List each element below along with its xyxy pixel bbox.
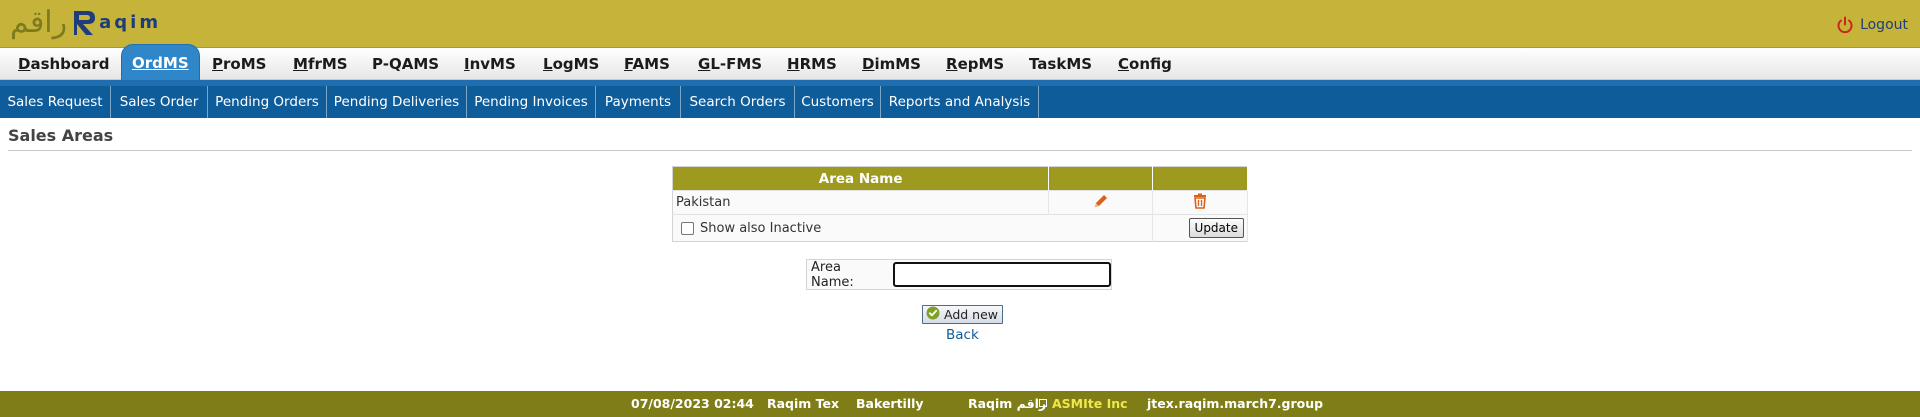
nav-repms[interactable]: RepMS: [946, 48, 1004, 80]
edit-cell: [1048, 190, 1154, 215]
subnav-customers[interactable]: Customers: [795, 86, 881, 118]
main-nav: Dashboard OrdMS ProMS MfrMS P-QAMS InvMS…: [0, 44, 1920, 80]
nav-fams[interactable]: FAMS: [624, 48, 670, 80]
title-divider: [8, 150, 1912, 151]
status-brand: Raqim راقم: [968, 396, 1047, 411]
nav-logms[interactable]: LogMS: [543, 48, 599, 80]
sales-areas-table: Area Name Pakistan Show also Inactive Up…: [672, 166, 1248, 242]
area-name-form: Area Name:: [806, 259, 1112, 290]
nav-dimms[interactable]: DimMS: [862, 48, 921, 80]
nav-invms[interactable]: InvMS: [464, 48, 516, 80]
logout-label: Logout: [1860, 17, 1908, 33]
nav-p-qams[interactable]: P-QAMS: [372, 48, 439, 80]
column-header-area-name: Area Name: [672, 166, 1050, 191]
nav-mfrms[interactable]: MfrMS: [293, 48, 348, 80]
status-company[interactable]: ASMIte Inc: [1052, 396, 1128, 411]
status-bar: 07/08/2023 02:44 Raqim Tex Bakertilly Ra…: [0, 391, 1920, 417]
area-name-label: Area Name:: [811, 259, 854, 290]
subnav-pending-invoices[interactable]: Pending Invoices: [467, 86, 596, 118]
subnav-pending-deliveries[interactable]: Pending Deliveries: [327, 86, 467, 118]
nav-ordms[interactable]: OrdMS: [121, 44, 200, 80]
nav-proms[interactable]: ProMS: [212, 48, 266, 80]
nav-taskms[interactable]: TaskMS: [1029, 48, 1092, 80]
subnav-sales-request[interactable]: Sales Request: [0, 86, 111, 118]
raqim-logo[interactable]: راقم aqim: [10, 4, 161, 42]
update-cell: Update: [1152, 214, 1248, 242]
check-circle-icon: [926, 306, 940, 324]
subnav-sales-order[interactable]: Sales Order: [111, 86, 208, 118]
show-inactive-label: Show also Inactive: [700, 220, 822, 236]
subnav-search-orders[interactable]: Search Orders: [681, 86, 795, 118]
status-host: jtex.raqim.march7.group: [1147, 396, 1324, 411]
area-name-cell: Pakistan: [672, 190, 1050, 215]
page-title: Sales Areas: [8, 126, 114, 145]
column-header-delete: [1152, 166, 1248, 191]
show-inactive-checkbox[interactable]: [681, 221, 694, 235]
column-header-edit: [1048, 166, 1154, 191]
logo-latin-text: aqim: [99, 12, 162, 33]
logo-arabic-text: راقم: [10, 5, 68, 40]
subnav-reports-and-analysis[interactable]: Reports and Analysis: [881, 86, 1039, 118]
nav-config[interactable]: Config: [1118, 48, 1172, 80]
pencil-icon[interactable]: [1093, 193, 1109, 213]
top-header: راقم aqim Logout: [0, 0, 1920, 48]
show-inactive-cell: Show also Inactive: [672, 214, 1154, 242]
table-footer-row: Show also Inactive Update: [672, 214, 1248, 242]
table-row: Pakistan: [672, 190, 1248, 215]
power-icon: [1836, 16, 1854, 34]
nav-dashboard[interactable]: Dashboard: [18, 48, 109, 80]
status-product: Raqim Tex: [767, 396, 840, 411]
status-company-wrap: ASMIte Inc: [1039, 391, 1128, 417]
status-client: Bakertilly: [856, 396, 924, 411]
add-new-label: Add new: [944, 307, 999, 322]
subnav-pending-orders[interactable]: Pending Orders: [208, 86, 327, 118]
back-link[interactable]: Back: [946, 327, 979, 343]
sub-nav: Sales Request Sales Order Pending Orders…: [0, 86, 1920, 118]
nav-hrms[interactable]: HRMS: [787, 48, 837, 80]
add-new-button[interactable]: Add new: [922, 305, 1004, 324]
delete-cell: [1152, 190, 1248, 215]
trash-icon[interactable]: [1193, 193, 1207, 213]
update-button[interactable]: Update: [1188, 218, 1244, 238]
table-header-row: Area Name: [672, 166, 1248, 191]
logout-button[interactable]: Logout: [1836, 16, 1908, 34]
status-datetime: 07/08/2023 02:44: [631, 396, 754, 411]
nav-gl-fms[interactable]: GL-FMS: [698, 48, 762, 80]
square-icon: [1039, 399, 1047, 407]
area-name-input[interactable]: [892, 262, 1111, 287]
subnav-payments[interactable]: Payments: [596, 86, 681, 118]
logo-r-mark: [71, 7, 97, 39]
